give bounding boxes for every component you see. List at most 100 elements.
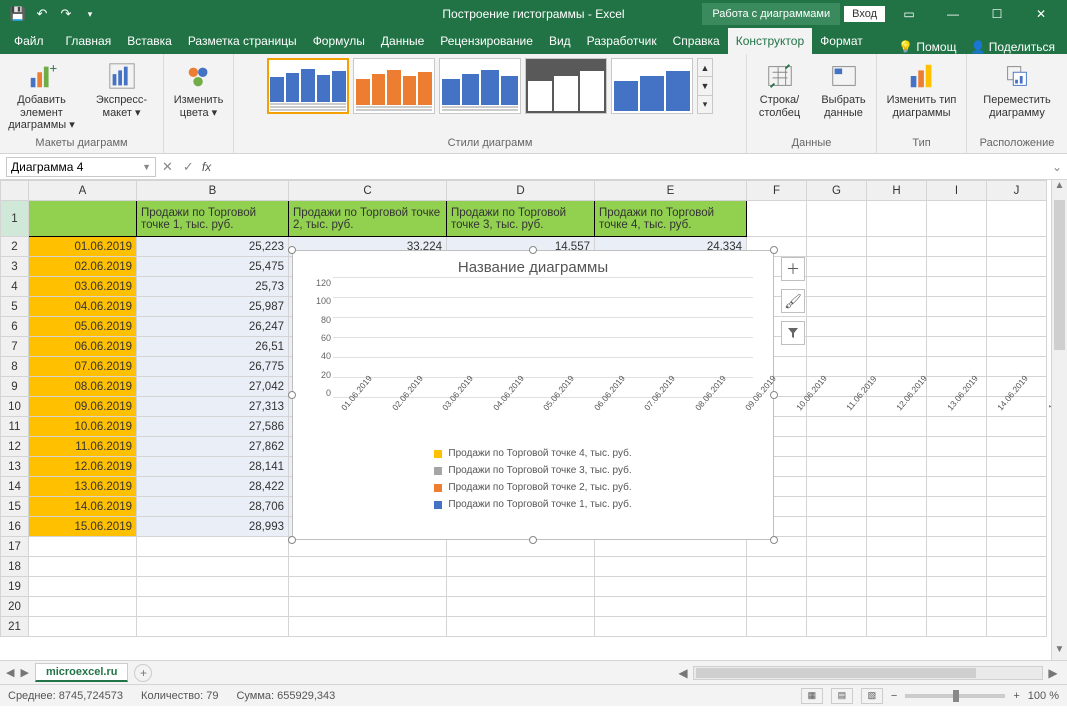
col-header-J[interactable]: J bbox=[987, 181, 1047, 201]
view-page-break-icon[interactable]: ▧ bbox=[861, 688, 883, 704]
add-sheet-button[interactable]: + bbox=[134, 664, 152, 682]
save-icon[interactable]: 💾 bbox=[10, 6, 26, 22]
col-header-F[interactable]: F bbox=[747, 181, 807, 201]
cell-B15[interactable]: 28,706 bbox=[137, 497, 289, 517]
row-header-4[interactable]: 4 bbox=[1, 277, 29, 297]
chart-style-3[interactable] bbox=[439, 58, 521, 114]
chart-style-5[interactable] bbox=[611, 58, 693, 114]
row-header-12[interactable]: 12 bbox=[1, 437, 29, 457]
row-header-5[interactable]: 5 bbox=[1, 297, 29, 317]
minimize-icon[interactable]: — bbox=[933, 0, 973, 28]
zoom-level[interactable]: 100 % bbox=[1028, 690, 1059, 702]
row-header-6[interactable]: 6 bbox=[1, 317, 29, 337]
col-header-I[interactable]: I bbox=[927, 181, 987, 201]
col-header-A[interactable]: A bbox=[29, 181, 137, 201]
chart-styles-button[interactable]: 🖌 bbox=[781, 289, 805, 313]
cancel-formula-icon[interactable]: ✕ bbox=[162, 159, 173, 175]
row-header-8[interactable]: 8 bbox=[1, 357, 29, 377]
cell-B7[interactable]: 26,51 bbox=[137, 337, 289, 357]
col-header-D[interactable]: D bbox=[447, 181, 595, 201]
sheet-nav-prev-icon[interactable]: ◀ bbox=[6, 666, 14, 679]
cell-A13[interactable]: 12.06.2019 bbox=[29, 457, 137, 477]
cell-B8[interactable]: 26,775 bbox=[137, 357, 289, 377]
sheet-nav-next-icon[interactable]: ▶ bbox=[20, 666, 28, 679]
chart-style-1[interactable] bbox=[267, 58, 349, 114]
chart-styles-gallery[interactable]: ▲▼▾ bbox=[267, 58, 713, 114]
cell-A10[interactable]: 09.06.2019 bbox=[29, 397, 137, 417]
undo-icon[interactable]: ↶ bbox=[34, 6, 50, 22]
cell-A3[interactable]: 02.06.2019 bbox=[29, 257, 137, 277]
row-header-17[interactable]: 17 bbox=[1, 537, 29, 557]
chart-legend[interactable]: Продажи по Торговой точке 4, тыс. руб.Пр… bbox=[293, 448, 773, 510]
move-chart-button[interactable]: Переместить диаграмму bbox=[980, 58, 1054, 119]
vertical-scrollbar[interactable]: ▲▼ bbox=[1051, 180, 1067, 660]
tab-Конструктор[interactable]: Конструктор bbox=[728, 28, 812, 54]
chart-plot-area[interactable]: 020406080100120 bbox=[333, 278, 753, 398]
maximize-icon[interactable]: ☐ bbox=[977, 0, 1017, 28]
share-button[interactable]: 👤 Поделиться bbox=[970, 40, 1055, 54]
tab-Справка[interactable]: Справка bbox=[665, 28, 728, 54]
cell-A11[interactable]: 10.06.2019 bbox=[29, 417, 137, 437]
chart-style-2[interactable] bbox=[353, 58, 435, 114]
view-page-layout-icon[interactable]: ▤ bbox=[831, 688, 853, 704]
cell-A5[interactable]: 04.06.2019 bbox=[29, 297, 137, 317]
tell-me[interactable]: 💡 Помощ bbox=[898, 40, 956, 54]
cell-B11[interactable]: 27,586 bbox=[137, 417, 289, 437]
zoom-in-icon[interactable]: + bbox=[1013, 690, 1019, 702]
tab-Рецензирование[interactable]: Рецензирование bbox=[432, 28, 541, 54]
cell-B4[interactable]: 25,73 bbox=[137, 277, 289, 297]
tab-Разработчик[interactable]: Разработчик bbox=[579, 28, 665, 54]
cell-A12[interactable]: 11.06.2019 bbox=[29, 437, 137, 457]
chart-style-4[interactable] bbox=[525, 58, 607, 114]
expand-formula-bar-icon[interactable]: ⌄ bbox=[1047, 160, 1067, 174]
tab-Данные[interactable]: Данные bbox=[373, 28, 432, 54]
col-header-E[interactable]: E bbox=[595, 181, 747, 201]
cell-C1[interactable]: Продажи по Торговой точке 2, тыс. руб. bbox=[289, 201, 447, 237]
cell-A2[interactable]: 01.06.2019 bbox=[29, 237, 137, 257]
fx-icon[interactable]: fx bbox=[202, 160, 219, 174]
name-box[interactable]: ▼ bbox=[6, 157, 156, 177]
select-data-button[interactable]: Выбрать данные bbox=[815, 58, 873, 119]
row-header-19[interactable]: 19 bbox=[1, 577, 29, 597]
enter-formula-icon[interactable]: ✓ bbox=[183, 159, 194, 175]
formula-input[interactable] bbox=[219, 157, 1047, 177]
change-chart-type-button[interactable]: Изменить тип диаграммы bbox=[885, 58, 959, 119]
row-header-10[interactable]: 10 bbox=[1, 397, 29, 417]
zoom-slider[interactable] bbox=[905, 694, 1005, 698]
cell-B3[interactable]: 25,475 bbox=[137, 257, 289, 277]
gallery-scroll[interactable]: ▲▼▾ bbox=[697, 58, 713, 114]
worksheet-grid[interactable]: ABCDEFGHIJ1Продажи по Торговой точке 1, … bbox=[0, 180, 1067, 660]
col-header-G[interactable]: G bbox=[807, 181, 867, 201]
tab-file[interactable]: Файл bbox=[0, 28, 58, 54]
chart-filter-button[interactable] bbox=[781, 321, 805, 345]
cell-B12[interactable]: 27,862 bbox=[137, 437, 289, 457]
cell-A8[interactable]: 07.06.2019 bbox=[29, 357, 137, 377]
col-header-C[interactable]: C bbox=[289, 181, 447, 201]
row-header-14[interactable]: 14 bbox=[1, 477, 29, 497]
qat-more-icon[interactable]: ▾ bbox=[82, 6, 98, 22]
cell-A9[interactable]: 08.06.2019 bbox=[29, 377, 137, 397]
cell-A14[interactable]: 13.06.2019 bbox=[29, 477, 137, 497]
row-header-16[interactable]: 16 bbox=[1, 517, 29, 537]
row-header-2[interactable]: 2 bbox=[1, 237, 29, 257]
tab-Формулы[interactable]: Формулы bbox=[305, 28, 373, 54]
cell-B13[interactable]: 28,141 bbox=[137, 457, 289, 477]
cell-B6[interactable]: 26,247 bbox=[137, 317, 289, 337]
row-header-3[interactable]: 3 bbox=[1, 257, 29, 277]
row-header-21[interactable]: 21 bbox=[1, 617, 29, 637]
chart-object[interactable]: Название диаграммы 020406080100120 01.06… bbox=[292, 250, 774, 540]
view-normal-icon[interactable]: ▦ bbox=[801, 688, 823, 704]
cell-B14[interactable]: 28,422 bbox=[137, 477, 289, 497]
row-header-15[interactable]: 15 bbox=[1, 497, 29, 517]
cell-B1[interactable]: Продажи по Торговой точке 1, тыс. руб. bbox=[137, 201, 289, 237]
row-header-11[interactable]: 11 bbox=[1, 417, 29, 437]
cell-A15[interactable]: 14.06.2019 bbox=[29, 497, 137, 517]
cell-B16[interactable]: 28,993 bbox=[137, 517, 289, 537]
tab-Главная[interactable]: Главная bbox=[58, 28, 120, 54]
cell-A16[interactable]: 15.06.2019 bbox=[29, 517, 137, 537]
cell-E1[interactable]: Продажи по Торговой точке 4, тыс. руб. bbox=[595, 201, 747, 237]
row-header-20[interactable]: 20 bbox=[1, 597, 29, 617]
cell-B10[interactable]: 27,313 bbox=[137, 397, 289, 417]
tab-Разметка страницы[interactable]: Разметка страницы bbox=[180, 28, 305, 54]
switch-row-col-button[interactable]: Строка/ столбец bbox=[751, 58, 809, 119]
